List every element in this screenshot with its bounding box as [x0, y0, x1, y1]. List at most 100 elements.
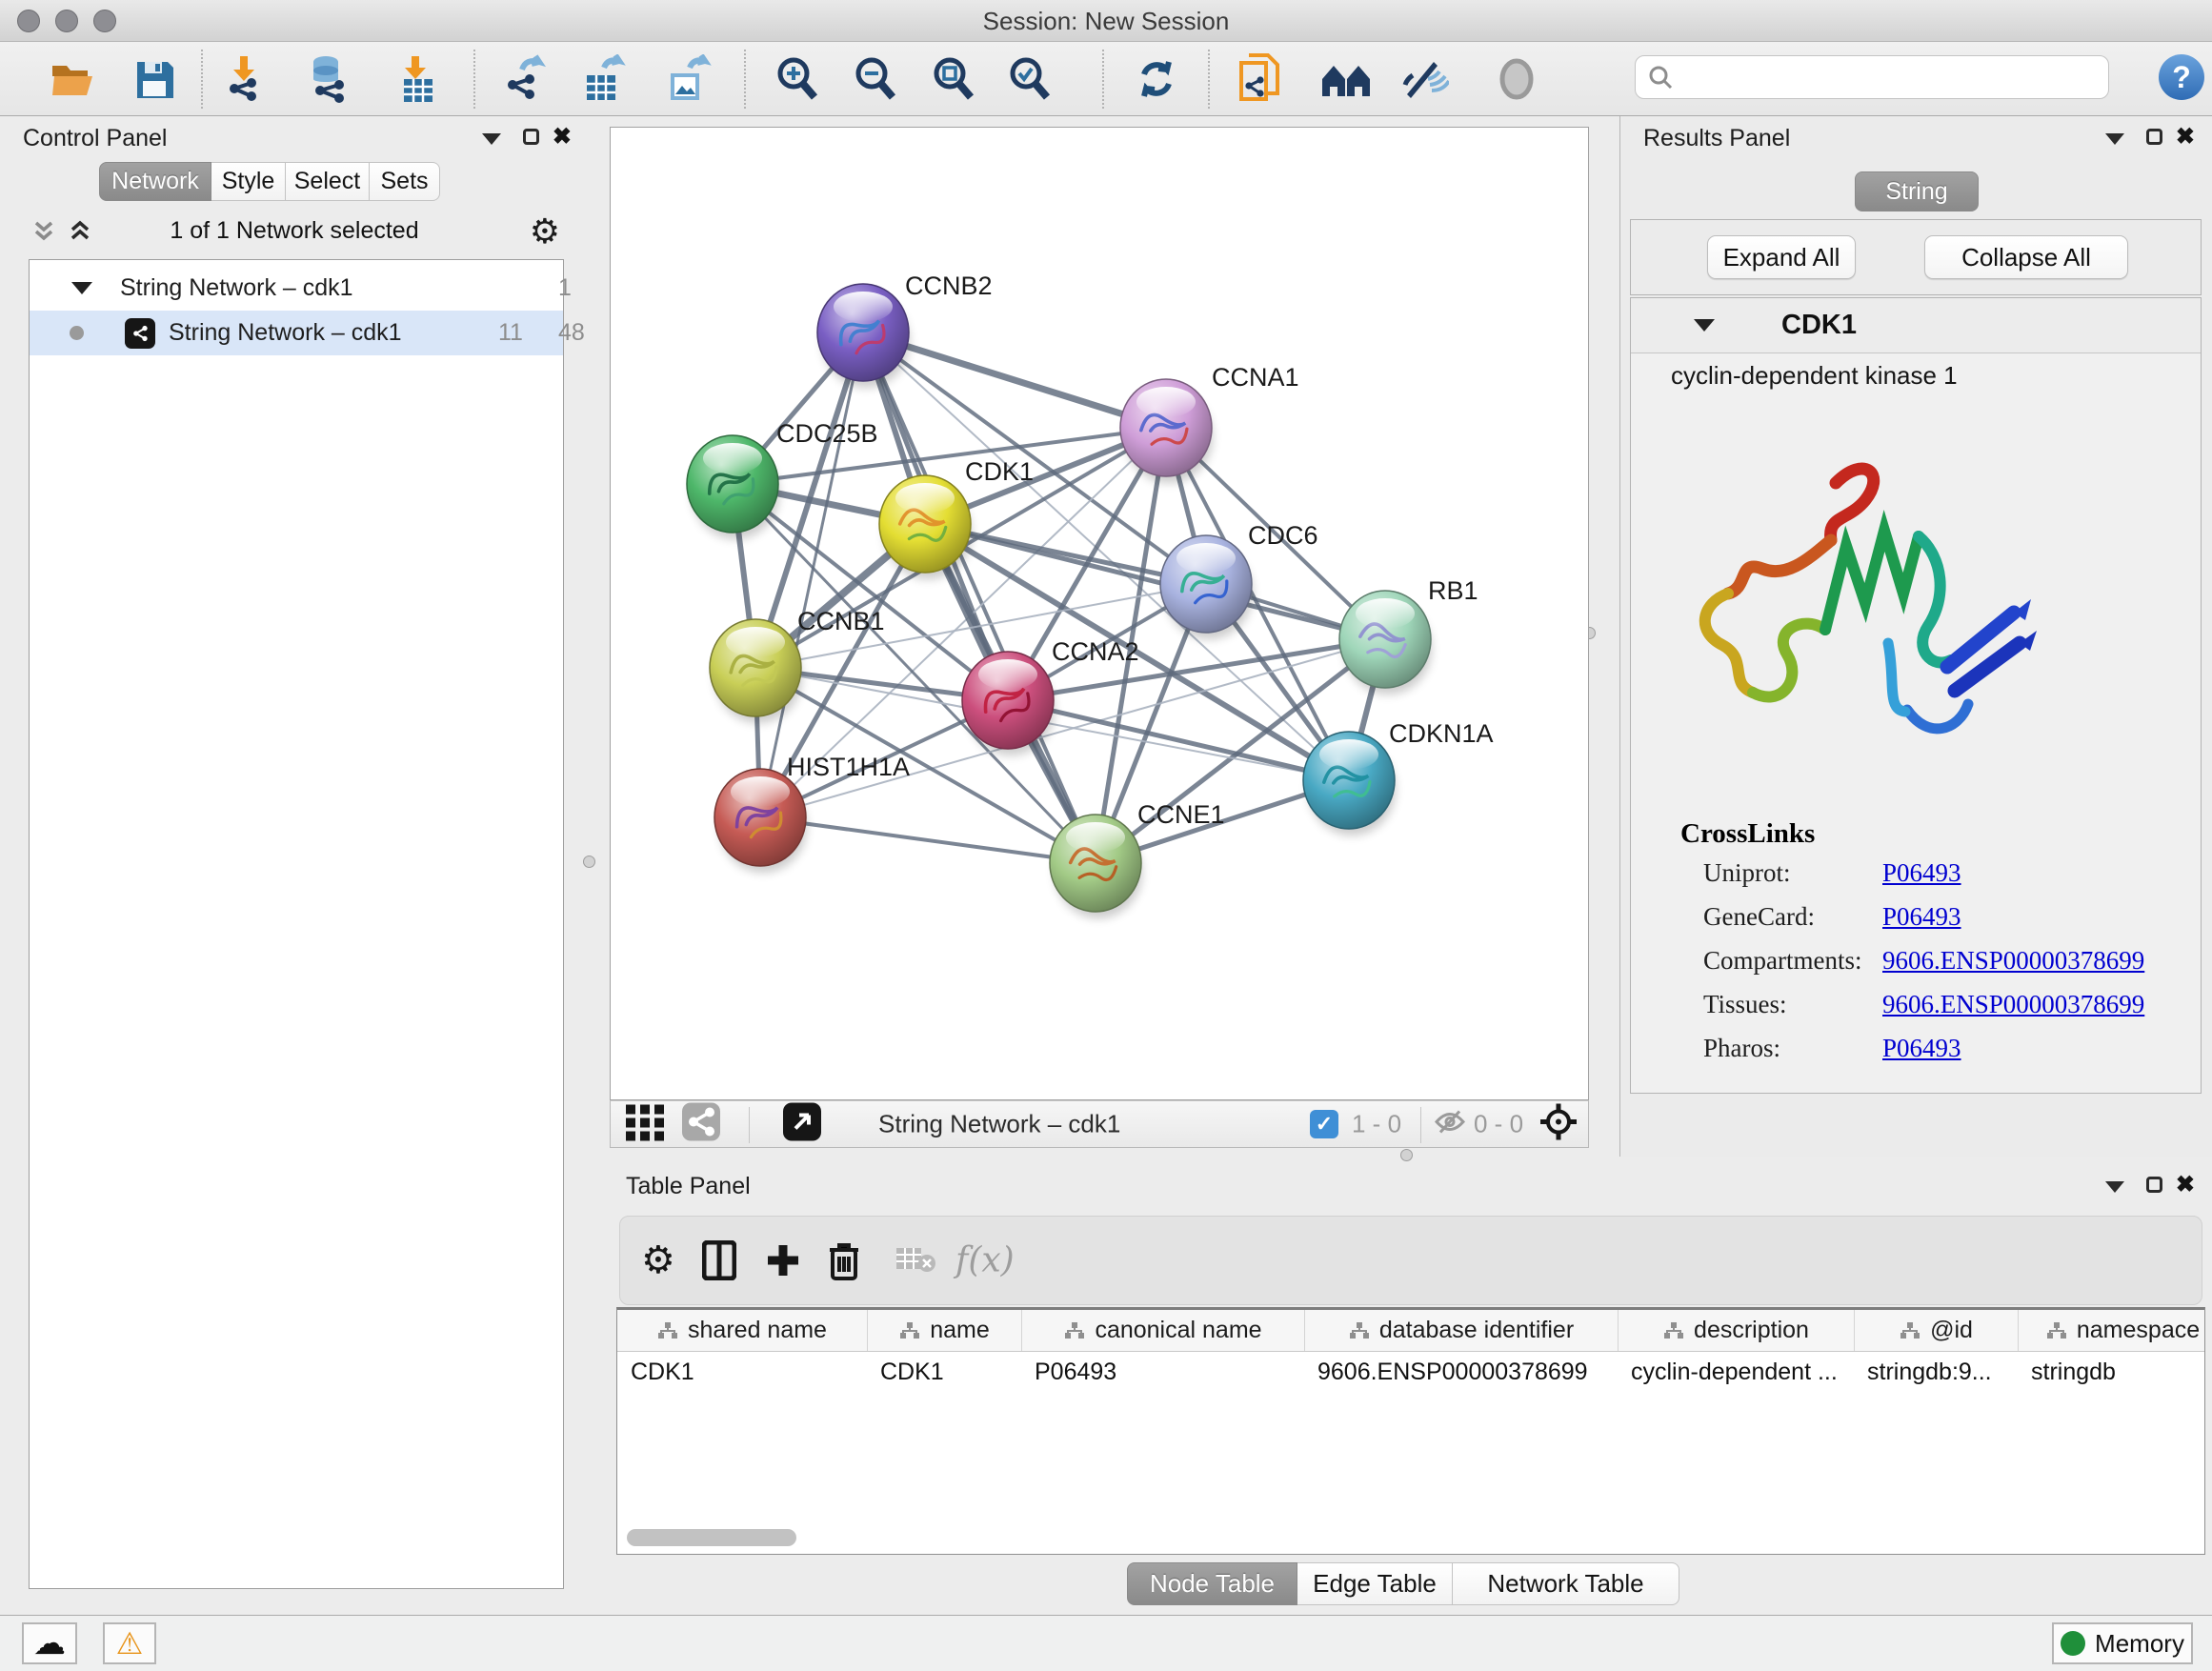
window-titlebar: Session: New Session — [0, 0, 2212, 42]
hidden-eye-icon[interactable] — [1434, 1108, 1466, 1141]
delete-table-icon — [895, 1244, 936, 1277]
refresh-icon[interactable] — [1130, 52, 1183, 106]
network-view[interactable]: CCNB2CCNA1CDC25BCDK1CDC6RB1CCNB1CCNA2CDK… — [610, 127, 1589, 1100]
expand-all-button[interactable]: Expand All — [1707, 235, 1856, 279]
birdseye-crosshair-icon[interactable] — [1538, 1102, 1579, 1147]
export-image-icon[interactable] — [661, 52, 714, 106]
delete-column-trash-icon[interactable] — [828, 1240, 860, 1280]
zoom-in-icon[interactable] — [771, 52, 824, 106]
table-cell[interactable]: 9606.ENSP00000378699 — [1304, 1352, 1618, 1392]
add-column-icon[interactable] — [765, 1242, 801, 1278]
panel-close-icon[interactable]: ✖ — [2176, 123, 2195, 151]
column-header-id[interactable]: @id — [1854, 1310, 2018, 1351]
column-header-sharedname[interactable]: shared name — [617, 1310, 867, 1351]
table-panel: Table Panel ✖ ⚙ f(x) shared namenamecano… — [610, 1164, 2212, 1615]
expand-all-networks-icon[interactable] — [69, 219, 91, 249]
panel-menu-icon[interactable] — [482, 133, 501, 145]
results-entry-card: CDK1 cyclin-dependent kinase 1 — [1630, 297, 2202, 1094]
entry-header[interactable]: CDK1 — [1631, 298, 2201, 353]
panel-menu-icon[interactable] — [2105, 133, 2124, 145]
export-view-icon[interactable] — [782, 1102, 822, 1147]
show-columns-icon[interactable] — [702, 1240, 736, 1280]
network-type-icon — [125, 318, 155, 349]
import-table-icon[interactable] — [391, 52, 444, 106]
tab-network-table[interactable]: Network Table — [1453, 1562, 1679, 1605]
panel-float-icon[interactable] — [2146, 129, 2162, 145]
column-header-description[interactable]: description — [1618, 1310, 1854, 1351]
tab-select[interactable]: Select — [286, 162, 370, 201]
panel-menu-icon[interactable] — [2105, 1181, 2124, 1193]
panel-float-icon[interactable] — [523, 129, 539, 145]
table-cell[interactable]: CDK1 — [867, 1352, 1021, 1392]
crosslink-row: GeneCard: P06493 — [1703, 902, 2180, 932]
memory-button[interactable]: Memory — [2052, 1622, 2193, 1664]
tab-sets[interactable]: Sets — [370, 162, 440, 201]
table-settings-gear-icon[interactable]: ⚙ — [641, 1238, 675, 1282]
crosslink-link[interactable]: 9606.ENSP00000378699 — [1882, 946, 2144, 976]
zoom-out-icon[interactable] — [849, 52, 902, 106]
panel-close-icon[interactable]: ✖ — [553, 123, 572, 151]
open-session-icon[interactable] — [47, 52, 100, 106]
entry-expander-icon[interactable] — [1694, 319, 1715, 332]
zoom-fit-icon[interactable] — [927, 52, 980, 106]
window-close-button[interactable] — [17, 10, 40, 32]
tab-edge-table[interactable]: Edge Table — [1297, 1562, 1453, 1605]
network-canvas[interactable]: CCNB2CCNA1CDC25BCDK1CDC6RB1CCNB1CCNA2CDK… — [611, 128, 1588, 1099]
column-header-namespace[interactable]: namespace — [2018, 1310, 2205, 1351]
toolbar-search[interactable] — [1635, 55, 2109, 99]
table-cell[interactable]: cyclin-dependent ... — [1618, 1352, 1854, 1392]
warnings-button[interactable]: ⚠ — [103, 1622, 156, 1664]
tab-network[interactable]: Network — [99, 162, 211, 201]
table-cell[interactable]: P06493 — [1021, 1352, 1304, 1392]
crosslink-link[interactable]: P06493 — [1882, 1034, 1961, 1063]
panel-close-icon[interactable]: ✖ — [2176, 1171, 2195, 1198]
table-cell[interactable]: stringdb:9... — [1854, 1352, 2018, 1392]
import-network-file-icon[interactable] — [217, 52, 271, 106]
table-header-row: shared namenamecanonical namedatabase id… — [617, 1310, 2204, 1352]
crosslink-link[interactable]: P06493 — [1882, 858, 1961, 888]
control-panel: Control Panel ✖ Network Style Select Set… — [0, 116, 589, 1615]
left-splitter-handle[interactable] — [583, 856, 595, 868]
zoom-selected-icon[interactable] — [1003, 52, 1056, 106]
table-horizontal-scrollbar[interactable] — [627, 1529, 796, 1546]
collapse-all-button[interactable]: Collapse All — [1924, 235, 2128, 279]
table-cell[interactable]: stringdb — [2018, 1352, 2205, 1392]
node-table[interactable]: shared namenamecanonical namedatabase id… — [616, 1307, 2205, 1555]
selected-checkbox-icon[interactable]: ✓ — [1310, 1110, 1338, 1138]
export-network-icon[interactable] — [499, 52, 553, 106]
network-badge-icon[interactable] — [681, 1102, 721, 1147]
network-collection-row[interactable]: String Network – cdk1 1 — [30, 266, 563, 311]
export-table-icon[interactable] — [577, 52, 631, 106]
crosslink-link[interactable]: P06493 — [1882, 902, 1961, 932]
hide-graphics-details-icon[interactable] — [1398, 52, 1451, 106]
window-zoom-button[interactable] — [93, 10, 116, 32]
import-network-database-icon[interactable] — [302, 52, 355, 106]
horizontal-splitter-handle[interactable] — [1400, 1149, 1413, 1161]
tab-node-table[interactable]: Node Table — [1127, 1562, 1297, 1605]
crosslink-link[interactable]: 9606.ENSP00000378699 — [1882, 990, 2144, 1019]
collapse-all-networks-icon[interactable] — [32, 219, 55, 249]
houses-icon[interactable] — [1319, 52, 1373, 106]
grid-view-icon[interactable] — [624, 1103, 668, 1146]
table-row[interactable]: CDK1CDK1P064939606.ENSP00000378699cyclin… — [617, 1352, 2204, 1392]
tab-string[interactable]: String — [1855, 171, 1979, 211]
column-header-databaseidentifier[interactable]: database identifier — [1304, 1310, 1618, 1351]
network-options-gear-icon[interactable]: ⚙ — [530, 211, 560, 252]
copy-documents-icon[interactable] — [1234, 52, 1287, 106]
save-session-icon[interactable] — [128, 52, 181, 106]
window-minimize-button[interactable] — [55, 10, 78, 32]
collection-expander-icon[interactable] — [71, 282, 92, 294]
panel-float-icon[interactable] — [2146, 1177, 2162, 1193]
node-label-CDC6: CDC6 — [1248, 521, 1318, 550]
cloud-status-button[interactable]: ☁ — [22, 1622, 77, 1664]
tab-style[interactable]: Style — [211, 162, 286, 201]
toolbar-separator — [473, 50, 475, 109]
window-title: Session: New Session — [0, 0, 2212, 42]
table-cell[interactable]: CDK1 — [617, 1352, 867, 1392]
search-input[interactable] — [1683, 63, 2097, 92]
column-header-name[interactable]: name — [867, 1310, 1021, 1351]
column-header-canonicalname[interactable]: canonical name — [1021, 1310, 1304, 1351]
help-icon[interactable]: ? — [2159, 54, 2204, 100]
crosslink-label: Uniprot: — [1703, 858, 1791, 887]
network-row-selected[interactable]: String Network – cdk1 11 48 — [30, 311, 563, 355]
